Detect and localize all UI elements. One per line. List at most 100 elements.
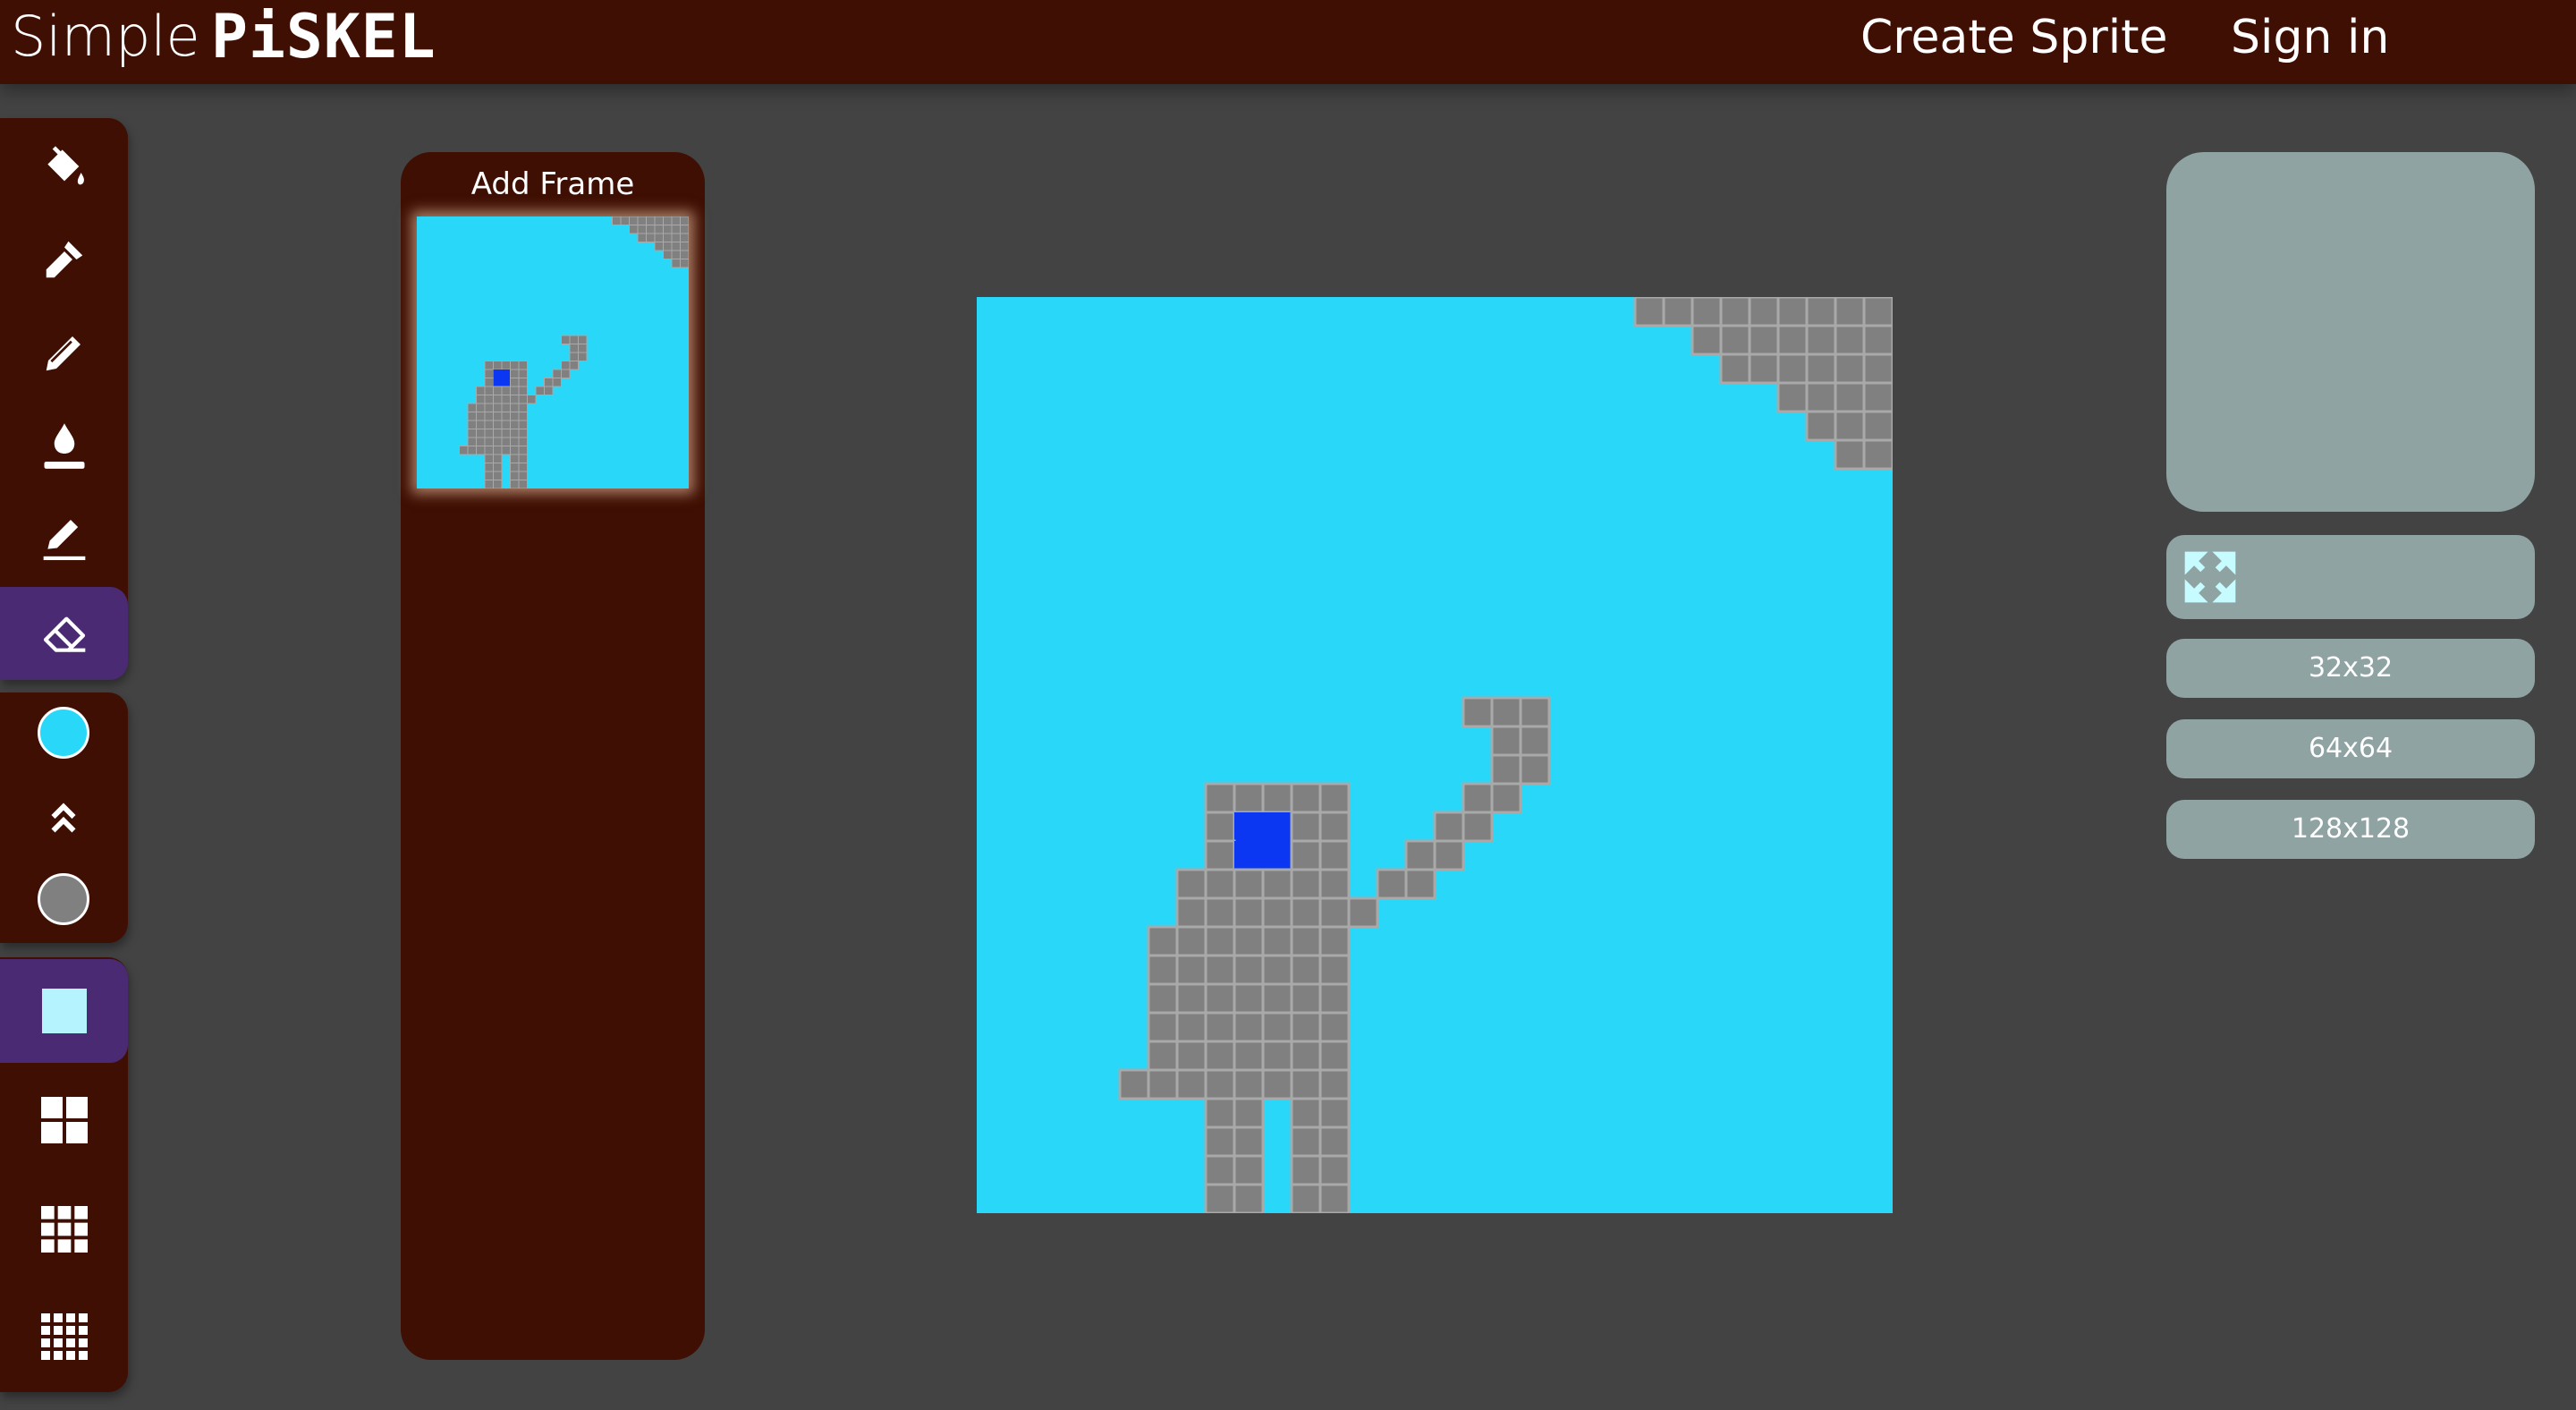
pixel [493, 412, 503, 421]
pixel [646, 225, 656, 234]
pixel [654, 225, 664, 234]
pixel [493, 471, 503, 480]
pixel [467, 403, 477, 412]
pixel [671, 217, 681, 225]
tool-line[interactable] [0, 492, 128, 585]
pixel [484, 369, 494, 378]
pixel [1147, 1040, 1179, 1072]
drawing-canvas[interactable] [977, 297, 1893, 1213]
pixel [1263, 812, 1292, 841]
tool-pencil[interactable] [0, 306, 128, 399]
pixel [1862, 352, 1893, 385]
logo-piskel-text[interactable]: PiSKEL [211, 2, 436, 72]
pixel [1433, 811, 1465, 843]
pixel [501, 429, 511, 438]
create-sprite-link[interactable]: Create Sprite [1860, 11, 2168, 64]
pixel [671, 259, 681, 268]
size-128-button[interactable]: 128x128 [2166, 800, 2535, 859]
brush-size-4[interactable] [0, 1290, 128, 1383]
canvas-background [977, 297, 1893, 1213]
pixel [476, 420, 486, 429]
pixel [1462, 782, 1494, 814]
pixel [484, 361, 494, 370]
brush-size-2-icon [40, 1097, 88, 1143]
pixel [1519, 753, 1551, 786]
pixel [484, 471, 494, 480]
pixel [1862, 438, 1893, 471]
pixel [1204, 1154, 1236, 1186]
pixel [1290, 811, 1322, 843]
pixel [1834, 297, 1866, 327]
pixel [1204, 1183, 1236, 1213]
pixel [1175, 896, 1208, 929]
tool-eraser[interactable] [0, 587, 128, 680]
pixel [569, 361, 579, 370]
tool-eyedropper[interactable] [0, 213, 128, 306]
fullscreen-button[interactable] [2166, 535, 2535, 619]
add-frame-button[interactable]: Add Frame [401, 157, 705, 211]
pixel [493, 395, 503, 404]
pixel [502, 369, 511, 378]
pixel [1290, 1125, 1322, 1158]
pixel [1175, 982, 1208, 1015]
pixel [1490, 696, 1522, 728]
pixel [1175, 925, 1208, 957]
pixel [1318, 1183, 1351, 1213]
pixel [493, 361, 503, 370]
secondary-color-swatch[interactable] [38, 873, 89, 925]
pixel [1805, 297, 1837, 327]
pixel [1318, 1068, 1351, 1100]
brush-size-4-icon [40, 1313, 88, 1360]
pixel [501, 420, 511, 429]
pixel [654, 233, 664, 242]
pixel [1175, 1068, 1208, 1100]
pixel [663, 233, 673, 242]
pixel [1233, 1097, 1265, 1129]
pixel [467, 420, 477, 429]
pixel [510, 361, 520, 370]
swap-colors-button[interactable] [43, 801, 84, 840]
pixel [1318, 782, 1351, 814]
pixel [1204, 868, 1236, 900]
pixel [501, 361, 511, 370]
pixel [1318, 1125, 1351, 1158]
pixel [1233, 1068, 1265, 1100]
brush-size-1[interactable] [0, 959, 128, 1063]
pixel [1233, 782, 1265, 814]
primary-color-swatch[interactable] [38, 707, 89, 759]
pixel [510, 386, 520, 395]
tool-fill-drop[interactable] [0, 399, 128, 492]
pixel [493, 369, 502, 378]
pixel [1147, 982, 1179, 1015]
brush-size-2[interactable] [0, 1074, 128, 1167]
pixel [518, 386, 528, 395]
pixel [501, 395, 511, 404]
brush-size-3[interactable] [0, 1183, 128, 1276]
pixel [1147, 1011, 1179, 1043]
frame-thumbnail[interactable] [417, 217, 689, 488]
size-64-button[interactable]: 64x64 [2166, 719, 2535, 778]
pixel [1776, 297, 1809, 327]
pixel [1261, 868, 1293, 900]
pixel [518, 412, 528, 421]
tool-paint-bucket[interactable] [0, 120, 128, 213]
pixel [476, 429, 486, 438]
pixel [1805, 410, 1837, 442]
pixel [680, 233, 689, 242]
pixel [467, 446, 477, 455]
sign-in-link[interactable]: Sign in [2231, 11, 2389, 64]
pixel [561, 335, 571, 344]
pixel [552, 369, 562, 378]
size-32-button[interactable]: 32x32 [2166, 639, 2535, 698]
pixel [493, 480, 503, 488]
pixel [1318, 1040, 1351, 1072]
pencil-icon [46, 336, 80, 371]
pixel [484, 437, 494, 446]
pixel [1290, 1183, 1322, 1213]
pixel [1233, 868, 1265, 900]
logo-simple-text[interactable]: Simple [11, 4, 200, 69]
pixel [1290, 839, 1322, 871]
pixel [518, 454, 528, 463]
pixel [637, 225, 647, 234]
pixel [501, 437, 511, 446]
